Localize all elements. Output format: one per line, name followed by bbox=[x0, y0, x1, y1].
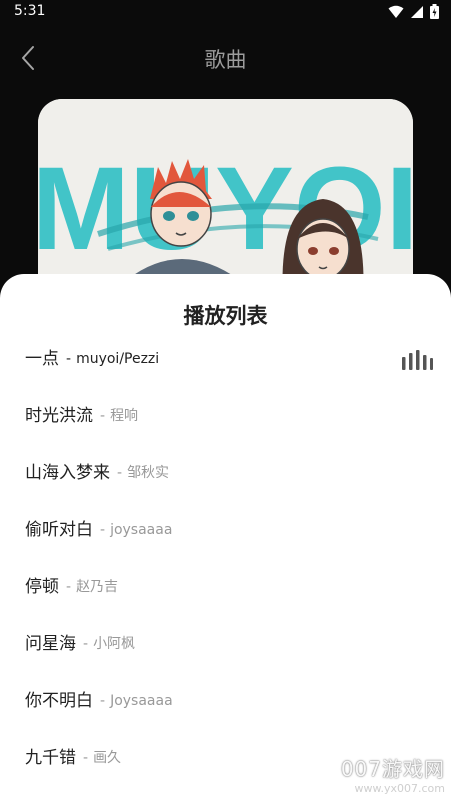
playlist-title: 播放列表 bbox=[183, 304, 268, 328]
playlist-item[interactable]: 你不明白 - Joysaaaa bbox=[0, 686, 451, 743]
song-name: 停顿 bbox=[25, 577, 59, 597]
song-name: 一点 bbox=[25, 349, 59, 369]
song-separator: - bbox=[117, 465, 123, 481]
song-artist: joysaaaa bbox=[110, 522, 173, 538]
song-name: 山海入梦来 bbox=[25, 463, 110, 483]
playing-bars-icon bbox=[402, 350, 433, 370]
song-separator: - bbox=[66, 351, 72, 367]
song-separator: - bbox=[83, 750, 89, 766]
song-artist: 画久 bbox=[93, 750, 122, 766]
song-separator: - bbox=[100, 408, 106, 424]
wifi-icon bbox=[388, 5, 404, 18]
watermark-url: www.yx007.com bbox=[354, 782, 445, 795]
signal-icon bbox=[411, 5, 423, 18]
song-separator: - bbox=[66, 579, 72, 595]
song-separator: - bbox=[83, 636, 89, 652]
playlist-item[interactable]: 偷听对白 - joysaaaa bbox=[0, 515, 451, 572]
song-name: 问星海 bbox=[25, 634, 76, 654]
song-name: 偷听对白 bbox=[25, 520, 93, 540]
battery-icon bbox=[430, 4, 439, 19]
playlist-item[interactable]: 问星海 - 小阿枫 bbox=[0, 629, 451, 686]
song-separator: - bbox=[100, 693, 106, 709]
song-name: 九千错 bbox=[25, 748, 76, 768]
watermark: 007游戏网 www.yx007.com bbox=[341, 753, 445, 795]
playlist: 一点 - muyoi/Pezzi 时光洪流 - 程响 山海入梦来 - 邹秋实 偷… bbox=[0, 344, 451, 800]
playlist-item[interactable]: 停顿 - 赵乃吉 bbox=[0, 572, 451, 629]
status-icons bbox=[388, 4, 439, 19]
song-separator: - bbox=[100, 522, 106, 538]
top-bar: 歌曲 bbox=[0, 30, 451, 86]
song-artist: 小阿枫 bbox=[93, 636, 136, 652]
song-name: 时光洪流 bbox=[25, 406, 93, 426]
playlist-item[interactable]: 山海入梦来 - 邹秋实 bbox=[0, 458, 451, 515]
song-artist: 赵乃吉 bbox=[76, 579, 119, 595]
song-name: 你不明白 bbox=[25, 691, 93, 711]
song-artist: 邹秋实 bbox=[127, 465, 170, 481]
page-title: 歌曲 bbox=[204, 48, 247, 72]
song-artist: 程响 bbox=[110, 408, 139, 424]
playlist-sheet: 播放列表 一点 - muyoi/Pezzi 时光洪流 - 程响 山海入梦来 - … bbox=[0, 274, 451, 801]
watermark-title: 007游戏网 bbox=[340, 757, 445, 781]
playlist-item-active[interactable]: 一点 - muyoi/Pezzi bbox=[0, 344, 451, 401]
status-time: 5:31 bbox=[14, 3, 46, 19]
status-bar: 5:31 bbox=[0, 0, 451, 24]
song-artist: Joysaaaa bbox=[110, 693, 173, 709]
song-artist: muyoi/Pezzi bbox=[76, 351, 160, 367]
playlist-item[interactable]: 时光洪流 - 程响 bbox=[0, 401, 451, 458]
